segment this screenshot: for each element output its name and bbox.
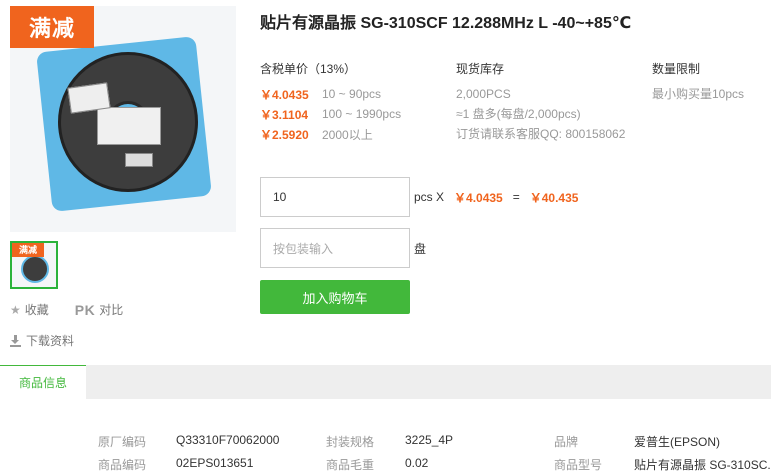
original-code-value: Q33310F70062000 (176, 433, 280, 447)
price-column: 含税单价（13%） ￥4.0435 10 ~ 90pcs ￥3.1104 100… (260, 60, 456, 144)
equals-sign: = (512, 190, 520, 204)
favorite-link[interactable]: 收藏 (25, 301, 49, 318)
product-code-value: 02EPS013651 (176, 456, 254, 470)
compare-pk-icon[interactable]: PK (75, 302, 95, 318)
download-icon (10, 334, 21, 347)
quantity-input[interactable]: 10 (260, 177, 410, 217)
pack-row: 按包装输入 盘 (260, 228, 426, 268)
product-main-image[interactable]: 满减 (10, 6, 236, 232)
limit-column: 数量限制 最小购买量10pcs (652, 60, 744, 144)
star-icon[interactable]: ★ (10, 303, 21, 317)
model-value: 贴片有源晶振 SG-310SC... (634, 458, 771, 472)
pack-quantity-input[interactable]: 按包装输入 (260, 228, 410, 268)
stock-contact: 订货请联系客服QQ: 800158062 (456, 127, 626, 141)
product-thumbnail[interactable]: 满减 (10, 241, 58, 289)
quantity-row: 10 pcs X ￥4.0435 = ￥40.435 (260, 177, 578, 217)
unit-price: ￥4.0435 (454, 190, 503, 205)
limit-header: 数量限制 (652, 62, 701, 76)
compare-link[interactable]: 对比 (99, 301, 123, 318)
tape-reel-graphic (58, 52, 198, 192)
price-tier: ￥4.0435 10 ~ 90pcs (260, 87, 382, 102)
download-row[interactable]: 下载资料 (10, 332, 238, 349)
price-tier: ￥3.1104 100 ~ 1990pcs (260, 107, 402, 122)
quantity-unit: pcs X (414, 190, 445, 204)
limit-text: 最小购买量10pcs (652, 87, 745, 101)
thumb-promo-badge: 满减 (12, 243, 44, 257)
stock-quantity: 2,000PCS (456, 87, 511, 101)
spec-row: 原厂编码 Q33310F70062000 封装规格 3225_4P 品牌 爱普生… (98, 433, 721, 449)
stock-reels: ≈1 盘多(每盘/2,000pcs) (456, 107, 581, 121)
tab-product-info[interactable]: 商品信息 (0, 365, 86, 399)
package-value: 3225_4P (405, 433, 454, 447)
price-stock-section: 含税单价（13%） ￥4.0435 10 ~ 90pcs ￥3.1104 100… (260, 60, 760, 144)
stock-column: 现货库存 2,000PCS ≈1 盘多(每盘/2,000pcs) 订货请联系客服… (456, 60, 652, 144)
pack-unit: 盘 (414, 241, 427, 256)
stock-header: 现货库存 (456, 62, 505, 76)
product-title: 贴片有源晶振 SG-310SCF 12.288MHz L -40~+85℃ (260, 15, 632, 32)
weight-value: 0.02 (405, 456, 429, 470)
price-header: 含税单价（13%） (260, 62, 357, 76)
price-tier: ￥2.5920 2000以上 (260, 127, 373, 142)
total-price: ￥40.435 (529, 190, 579, 205)
add-to-cart-button[interactable]: 加入购物车 (260, 280, 410, 314)
spec-row: 商品编码 02EPS013651 商品毛重 0.02 商品型号 贴片有源晶振 S… (0, 456, 771, 474)
brand-value: 爱普生(EPSON) (634, 435, 721, 449)
product-gallery: 满减 满减 ★ 收藏 PK 对比 下载资料 (10, 6, 238, 349)
download-link[interactable]: 下载资料 (26, 332, 74, 349)
promo-badge: 满减 (10, 6, 94, 48)
detail-tab-bar: 商品信息 (0, 365, 771, 399)
